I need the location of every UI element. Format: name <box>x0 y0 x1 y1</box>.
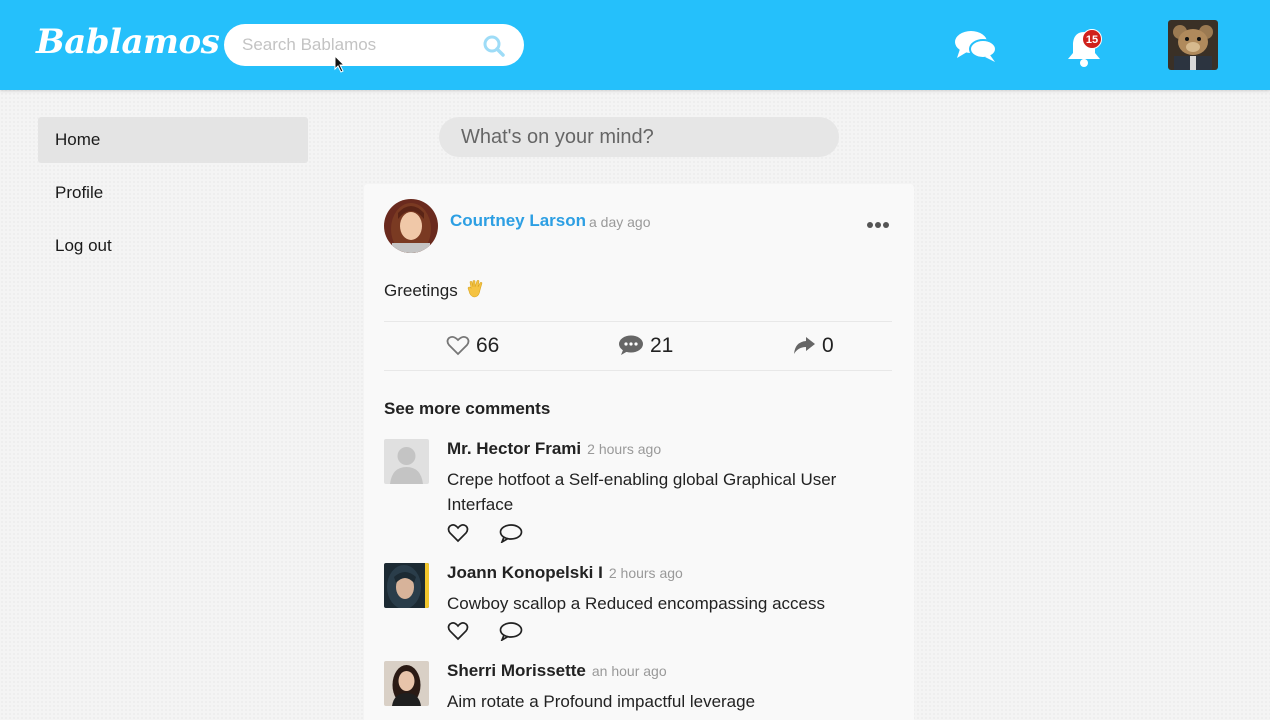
post-composer-input[interactable]: What's on your mind? <box>439 117 839 157</box>
commenter-name[interactable]: Sherri Morissette an hour ago <box>447 661 667 681</box>
sidebar-item-profile[interactable]: Profile <box>38 170 308 216</box>
like-stat[interactable]: 66 <box>446 334 499 360</box>
post-body: Greetings <box>384 279 486 301</box>
comment-stat[interactable]: 21 <box>618 334 673 360</box>
see-more-comments-link[interactable]: See more comments <box>384 399 550 419</box>
top-bar: Bablamos 15 <box>0 0 1270 90</box>
sidebar-item-home[interactable]: Home <box>38 117 308 163</box>
mouse-cursor-icon <box>334 55 346 73</box>
divider <box>384 370 892 371</box>
comment-bubble-icon[interactable] <box>618 334 644 356</box>
share-count: 0 <box>822 334 834 357</box>
comment-text: Crepe hotfoot a Self-enabling global Gra… <box>447 470 837 514</box>
heart-icon[interactable] <box>447 621 469 641</box>
search-box <box>224 24 524 66</box>
commenter-avatar[interactable] <box>384 661 429 706</box>
comment-count: 21 <box>650 334 674 357</box>
post-author-name[interactable]: Courtney Larson <box>450 211 586 231</box>
sidebar-item-logout[interactable]: Log out <box>38 223 308 269</box>
share-icon[interactable] <box>792 334 816 356</box>
vulcan-salute-icon <box>468 280 483 298</box>
comment-item: Mr. Hector Frami 2 hours ago Crepe hotfoo… <box>384 439 892 549</box>
user-avatar[interactable] <box>1168 20 1218 70</box>
comment-actions <box>447 621 549 646</box>
post-timestamp: a day ago <box>589 214 651 230</box>
author-avatar[interactable] <box>384 199 438 253</box>
commenter-name-text: Mr. Hector Frami <box>447 439 582 458</box>
more-options-icon[interactable] <box>866 220 890 230</box>
comment-text: Cowboy scallop a Reduced encompassing ac… <box>447 594 825 613</box>
heart-icon[interactable] <box>446 334 470 356</box>
search-icon[interactable] <box>482 34 506 58</box>
commenter-avatar[interactable] <box>384 563 429 608</box>
divider <box>384 321 892 322</box>
commenter-name-text: Joann Konopelski I <box>447 563 603 582</box>
comment-timestamp: 2 hours ago <box>608 565 683 581</box>
like-count: 66 <box>476 334 500 357</box>
comment-actions <box>447 523 549 548</box>
commenter-name-text: Sherri Morissette <box>447 661 586 680</box>
comment-timestamp: an hour ago <box>591 663 667 679</box>
comment-item: Sherri Morissette an hour ago Aim rotate … <box>384 661 892 720</box>
heart-icon[interactable] <box>447 523 469 543</box>
reply-bubble-icon[interactable] <box>499 523 523 544</box>
commenter-name[interactable]: Mr. Hector Frami 2 hours ago <box>447 439 661 459</box>
comment-text: Aim rotate a Profound impactful leverage <box>447 692 756 711</box>
messages-icon[interactable] <box>954 28 998 64</box>
sidebar-nav: Home Profile Log out <box>38 117 308 276</box>
post-text: Greetings <box>384 281 458 300</box>
logo[interactable]: Bablamos <box>36 22 220 62</box>
commenter-name[interactable]: Joann Konopelski I 2 hours ago <box>447 563 683 583</box>
post-card: Courtney Larson a day ago Greetings 66 2… <box>364 184 914 720</box>
commenter-avatar[interactable] <box>384 439 429 484</box>
search-input[interactable] <box>242 33 482 57</box>
comment-timestamp: 2 hours ago <box>587 441 662 457</box>
comment-item: Joann Konopelski I 2 hours ago Cowboy sca… <box>384 563 892 648</box>
share-stat[interactable]: 0 <box>792 334 834 360</box>
notification-badge: 15 <box>1082 29 1102 49</box>
reply-bubble-icon[interactable] <box>499 621 523 642</box>
